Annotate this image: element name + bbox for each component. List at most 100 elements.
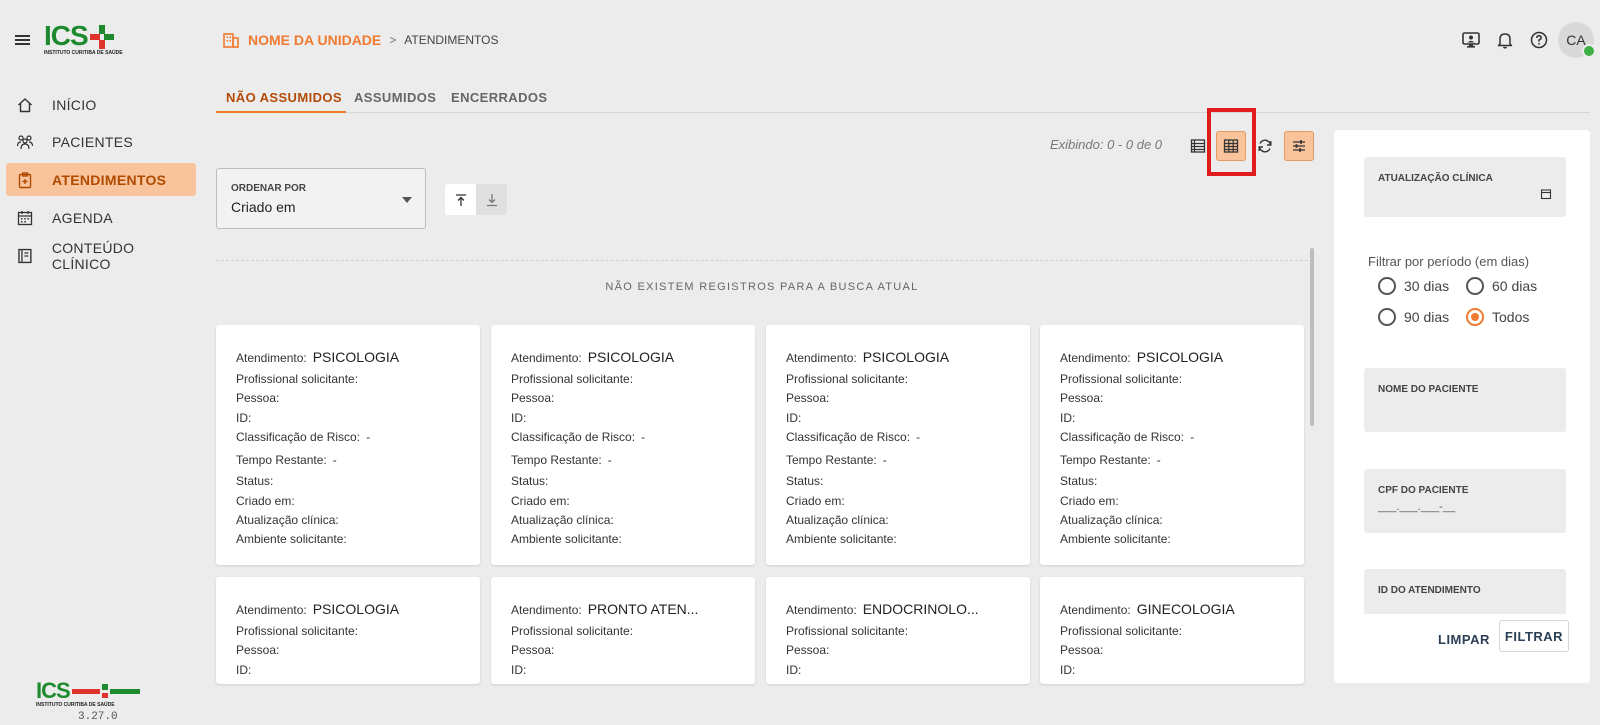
apply-filters-button[interactable]: FILTRAR [1499,620,1569,652]
card-field-label: Ambiente solicitante: [511,532,622,546]
card-classificacao-value: - [641,430,646,444]
order-by-select[interactable]: ORDENAR POR Criado em [216,168,426,229]
attendance-card[interactable]: Atendimento: PSICOLOGIA Profissional soli… [766,325,1030,565]
card-field-label: Pessoa: [511,643,555,657]
patient-cpf-field[interactable]: CPF DO PACIENTE ___.___.___-__ [1364,469,1566,533]
empty-results-message: NÃO EXISTEM REGISTROS PARA A BUSCA ATUAL [605,281,919,293]
home-icon [18,97,32,112]
building-icon [223,33,239,48]
tab-encerrados[interactable]: ENCERRADOS [449,90,549,105]
card-field-label: Atendimento: [786,351,857,365]
card-field-label: Atendimento: [511,351,582,365]
attendance-card[interactable]: Atendimento: PSICOLOGIA Profissional soli… [216,577,480,684]
menu-icon[interactable] [12,29,34,51]
attendance-card[interactable]: Atendimento: ENDOCRINOLO... Profissional … [766,577,1030,684]
card-atendimento-value: PSICOLOGIA [1136,349,1224,365]
order-by-label: ORDENAR POR [231,183,307,194]
radio-label: 30 dias [1404,278,1450,294]
calendar-icon[interactable] [1540,188,1552,200]
card-field-label: Ambiente solicitante: [236,532,347,546]
attendance-card[interactable]: Atendimento: PSICOLOGIA Profissional soli… [491,325,755,565]
attendance-card[interactable]: Atendimento: PRONTO ATEN... Profissional … [491,577,755,684]
radio-label: 60 dias [1492,278,1538,294]
card-field-label: Profissional solicitante: [786,624,909,638]
tabs-divider [216,112,1590,113]
attendance-id-field[interactable]: ID DO ATENDIMENTO [1364,569,1566,614]
card-field-label: Atualização clínica: [1060,513,1163,527]
attendance-card[interactable]: Atendimento: GINECOLOGIA Profissional sol… [1040,577,1304,684]
card-field-label: Atendimento: [511,603,582,617]
footer-logo-text: ICS [36,678,71,703]
radio-label: Todos [1492,309,1530,325]
monitor-user-icon[interactable] [1460,29,1482,51]
bell-icon[interactable] [1494,29,1516,51]
breadcrumb: NOME DA UNIDADE > ATENDIMENTOS [222,29,499,51]
attendance-card[interactable]: Atendimento: PSICOLOGIA Profissional soli… [216,325,480,565]
order-by-value: Criado em [231,199,296,215]
tab-assumidos[interactable]: ASSUMIDOS [352,90,438,105]
card-field-label: Atualização clínica: [786,513,889,527]
patient-name-field[interactable]: NOME DO PACIENTE [1364,368,1566,432]
card-field-label: Pessoa: [1060,643,1104,657]
card-field-label: Classificação de Risco: [511,430,636,444]
sidebar-item-label: PACIENTES [52,133,134,150]
card-field-label: Pessoa: [786,391,830,405]
radio-circle [1466,277,1484,295]
card-field-label: Ambiente solicitante: [786,532,897,546]
sort-ascending-button[interactable] [445,184,476,215]
list-view-icon [1190,139,1206,153]
sidebar-item-inicio[interactable]: INÍCIO [6,88,196,121]
highlight-annotation [1207,108,1256,176]
attendance-card[interactable]: Atendimento: PSICOLOGIA Profissional soli… [1040,325,1304,565]
period-radio-90[interactable]: 90 dias [1378,308,1449,326]
card-field-label: ID: [236,663,252,677]
sidebar-item-agenda[interactable]: AGENDA [6,201,196,234]
clinical-update-date-field[interactable]: ATUALIZAÇÃO CLÍNICA [1364,157,1566,217]
online-status-icon [1582,44,1596,58]
card-field-label: ID: [511,411,527,425]
card-field-label: Atendimento: [236,603,307,617]
footer-logo: ICS INSTITUTO CURITIBA DE SAÚDE [36,680,166,708]
breadcrumb-unit-link[interactable]: NOME DA UNIDADE [248,32,381,48]
card-field-label: Profissional solicitante: [1060,624,1183,638]
card-field-label: Criado em: [786,494,845,508]
filters-toggle-button[interactable] [1284,131,1314,161]
sidebar-item-label: AGENDA [52,209,113,226]
card-atendimento-value: ENDOCRINOLO... [862,601,979,617]
card-field-label: ID: [236,411,252,425]
patient-name-label: NOME DO PACIENTE [1378,384,1479,395]
sidebar-item-pacientes[interactable]: PACIENTES [6,125,196,158]
help-icon[interactable] [1528,29,1550,51]
breadcrumb-separator: > [389,33,397,47]
card-field-label: Profissional solicitante: [236,372,359,386]
card-atendimento-value: PRONTO ATEN... [587,601,699,617]
app-logo[interactable]: ICS INSTITUTO CURITIBA DE SAÚDE [44,22,123,58]
card-atendimento-value: PSICOLOGIA [587,349,675,365]
sliders-icon [1293,140,1305,152]
card-field-label: Tempo Restante: [786,453,877,467]
results-divider [216,260,1308,261]
card-tempo-value: - [1156,453,1161,467]
sort-descending-button[interactable] [476,184,507,215]
period-radio-60[interactable]: 60 dias [1466,277,1537,295]
card-field-label: Ambiente solicitante: [1060,532,1171,546]
card-field-label: Pessoa: [236,643,280,657]
arrow-up-to-line-icon [455,193,466,206]
period-radio-30[interactable]: 30 dias [1378,277,1449,295]
card-classificacao-value: - [366,430,371,444]
calendar-icon [17,210,33,225]
card-field-label: Atualização clínica: [511,513,614,527]
scrollbar[interactable] [1310,248,1314,426]
active-tab-indicator [216,111,346,113]
sidebar-item-atendimentos[interactable]: ATENDIMENTOS [6,163,196,196]
tab-nao-assumidos[interactable]: NÃO ASSUMIDOS [224,90,344,105]
card-field-label: ID: [511,663,527,677]
sidebar-item-conteudo-clinico[interactable]: CONTEÚDO CLÍNICO [6,239,196,272]
card-field-label: Tempo Restante: [1060,453,1151,467]
sort-direction-toggle [445,184,508,215]
period-radio-todos[interactable]: Todos [1466,308,1529,326]
attendance-id-label: ID DO ATENDIMENTO [1378,585,1481,596]
card-field-label: Classificação de Risco: [786,430,911,444]
card-field-label: ID: [786,663,802,677]
clear-filters-button[interactable]: LIMPAR [1432,626,1496,653]
